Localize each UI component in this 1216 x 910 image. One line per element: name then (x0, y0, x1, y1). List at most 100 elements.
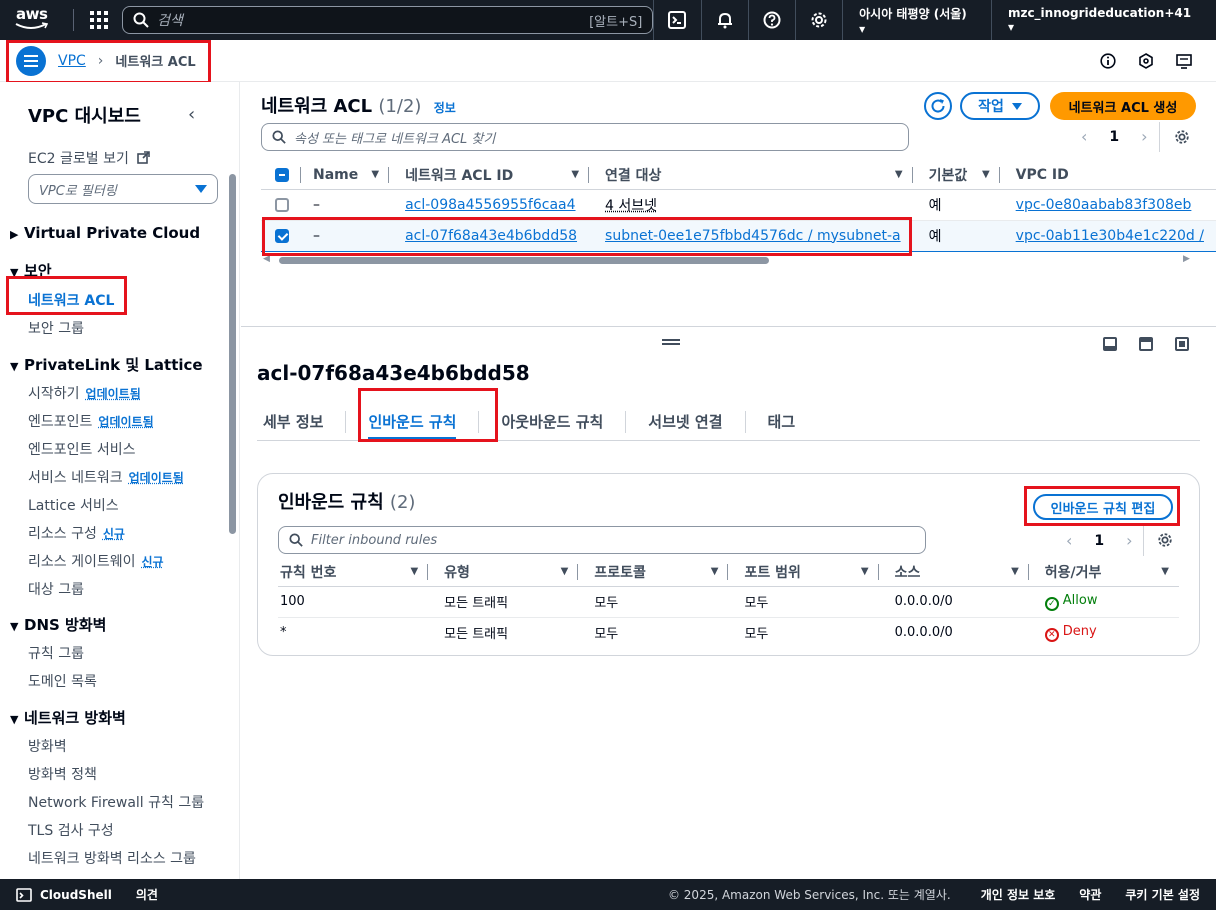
info-icon[interactable] (1100, 53, 1116, 69)
sidebar-item-endpoint-services[interactable]: 엔드포인트 서비스 (28, 439, 136, 459)
col-source[interactable]: 소스 ▼ (878, 558, 1029, 587)
updated-badge: 업데이트됨 (98, 415, 154, 429)
sidebar-title[interactable]: VPC 대시보드 (28, 102, 141, 128)
acl-id-link[interactable]: acl-098a4556955f6caa4 (405, 197, 575, 213)
nav-divider (73, 9, 75, 31)
cloudshell-button[interactable] (653, 0, 700, 40)
col-default[interactable]: 기본값 ▼ (912, 161, 1000, 190)
prev-page-icon[interactable]: ‹ (1066, 531, 1072, 550)
footer-cloudshell[interactable]: CloudShell (40, 888, 112, 902)
highlight-breadcrumb (6, 40, 211, 84)
position-full-icon[interactable] (1175, 337, 1189, 351)
sidebar-section-network-firewall[interactable]: ▼ 네트워크 방화벽 (10, 707, 126, 728)
col-port-range[interactable]: 포트 범위 ▼ (728, 558, 879, 587)
table-row[interactable]: – acl-098a4556955f6caa4 4 서브넷 예 vpc-0e80… (261, 189, 1216, 221)
col-rule-number[interactable]: 규칙 번호 ▼ (278, 558, 429, 587)
sort-caret-icon: ▼ (710, 566, 719, 577)
region-selector[interactable]: 아시아 태평양 (서울) ▾ (842, 0, 991, 40)
aws-logo[interactable]: aws (14, 0, 63, 40)
sidebar-section-dns[interactable]: ▼ DNS 방화벽 (10, 614, 106, 635)
info-link[interactable]: 정보 (434, 101, 456, 115)
sidebar-scrollbar[interactable] (229, 174, 236, 534)
col-association[interactable]: 연결 대상 ▼ (589, 161, 913, 190)
row-checkbox[interactable] (275, 197, 289, 212)
current-page[interactable]: 1 (1094, 533, 1104, 549)
gear-icon[interactable] (1174, 129, 1190, 145)
scroll-right-icon[interactable]: ▶ (1183, 254, 1190, 264)
sidebar-item-rule-groups[interactable]: 규칙 그룹 (28, 643, 84, 663)
global-search-input[interactable]: 검색 [알트+S] (122, 6, 654, 34)
association-popover[interactable]: 4 서브넷 (605, 198, 657, 214)
sidebar-item-target-groups[interactable]: 대상 그룹 (28, 579, 84, 599)
current-page[interactable]: 1 (1109, 129, 1119, 145)
tab-tags[interactable]: 태그 (746, 411, 818, 433)
create-acl-button[interactable]: 네트워크 ACL 생성 (1050, 92, 1196, 120)
sidebar-item-endpoints[interactable]: 엔드포인트 업데이트됨 (28, 411, 154, 431)
account-menu[interactable]: mzc_innogrideducation+41 ▾ (990, 0, 1216, 40)
aws-smile-icon (15, 22, 48, 29)
select-all-checkbox[interactable] (275, 167, 289, 182)
sidebar-item-resource-gateway[interactable]: 리소스 게이트웨이 신규 (28, 551, 164, 571)
notifications-panel-icon[interactable] (1138, 53, 1154, 69)
sidebar-item-nf-rule-groups[interactable]: Network Firewall 규칙 그룹 (28, 792, 204, 812)
actions-button[interactable]: 작업 (960, 92, 1040, 120)
sidebar-section-privatelink[interactable]: ▼ PrivateLink 및 Lattice (10, 354, 203, 375)
acl-table-header: Name ▼ 네트워크 ACL ID ▼ 연결 대상 ▼ 기본값 ▼ VPC ID (261, 161, 1216, 190)
search-placeholder: 속성 또는 태그로 네트워크 ACL 찾기 (294, 131, 496, 147)
bell-icon (717, 12, 732, 29)
sidebar-item-lattice-services[interactable]: Lattice 서비스 (28, 495, 119, 515)
row-select-cell[interactable] (261, 189, 301, 221)
vpc-id-link[interactable]: vpc-0e80aabab83f308eb (1016, 197, 1192, 213)
sort-caret-icon: ▼ (894, 169, 903, 180)
footer-privacy[interactable]: 개인 정보 보호 (981, 886, 1056, 903)
split-panel-resize-handle[interactable] (662, 339, 680, 345)
sidebar-item-domain-lists[interactable]: 도메인 목록 (28, 671, 97, 691)
sidebar-item-service-networks[interactable]: 서비스 네트워크 업데이트됨 (28, 467, 184, 487)
position-side-icon[interactable] (1139, 337, 1153, 351)
sidebar-item-nf-resource-groups[interactable]: 네트워크 방화벽 리소스 그룹 (28, 848, 196, 868)
prev-page-icon[interactable]: ‹ (1081, 127, 1087, 146)
sidebar-item-resource-config[interactable]: 리소스 구성 신규 (28, 523, 125, 543)
footer-feedback[interactable]: 의견 (136, 886, 158, 903)
vpc-id-link[interactable]: vpc-0ab11e30b4e1c220d / (1016, 228, 1204, 244)
gear-icon[interactable] (1157, 532, 1173, 548)
sidebar-section-vpc[interactable]: ▶ Virtual Private Cloud (10, 224, 200, 242)
inbound-rules-search-input[interactable]: Filter inbound rules (278, 526, 926, 554)
table-horizontal-scrollbar[interactable] (279, 257, 769, 264)
sidebar-item-firewalls[interactable]: 방화벽 (28, 736, 67, 756)
sort-caret-icon: ▼ (1161, 566, 1169, 577)
next-page-icon[interactable]: › (1141, 127, 1147, 146)
footer-cookies[interactable]: 쿠키 기본 설정 (1125, 886, 1200, 903)
col-name[interactable]: Name ▼ (301, 161, 390, 190)
footer-copyright: © 2025, Amazon Web Services, Inc. 또는 계열사… (667, 888, 951, 902)
sidebar-item-getting-started[interactable]: 시작하기 업데이트됨 (28, 383, 141, 403)
help-button[interactable] (747, 0, 795, 40)
caret-down-icon: ▼ (10, 620, 19, 633)
tab-outbound-rules[interactable]: 아웃바운드 규칙 (479, 410, 627, 433)
sidebar-close-icon[interactable]: ‹ (188, 104, 195, 125)
inbound-rules-title: 인바운드 규칙 (2) (278, 488, 415, 514)
sidebar-item-ec2-global[interactable]: EC2 글로벌 보기 (28, 148, 151, 168)
feedback-icon[interactable] (1176, 53, 1192, 69)
position-bottom-icon[interactable] (1103, 337, 1117, 351)
col-allow-deny[interactable]: 허용/거부 ▼ (1028, 558, 1179, 587)
sidebar-item-tls-inspection[interactable]: TLS 검사 구성 (28, 820, 114, 840)
select-all-cell[interactable] (261, 161, 301, 190)
col-acl-id[interactable]: 네트워크 ACL ID ▼ (389, 161, 590, 190)
footer-terms[interactable]: 약관 (1079, 886, 1101, 903)
vpc-filter-select[interactable]: VPC로 필터링 (28, 174, 218, 204)
tab-details[interactable]: 세부 정보 (257, 410, 347, 433)
sidebar-item-firewall-policies[interactable]: 방화벽 정책 (28, 764, 97, 784)
acl-search-input[interactable]: 속성 또는 태그로 네트워크 ACL 찾기 (261, 123, 909, 151)
notifications-button[interactable] (700, 0, 748, 40)
col-vpc-id[interactable]: VPC ID (999, 161, 1216, 190)
caret-down-icon: ▼ (10, 360, 19, 373)
col-protocol[interactable]: 프로토콜 ▼ (578, 558, 729, 587)
refresh-button[interactable] (924, 92, 952, 120)
services-grid-icon[interactable] (90, 11, 109, 29)
col-type[interactable]: 유형 ▼ (428, 558, 579, 587)
next-page-icon[interactable]: › (1126, 531, 1132, 550)
sidebar-item-security-group[interactable]: 보안 그룹 (28, 318, 84, 338)
tab-subnet-associations[interactable]: 서브넷 연결 (626, 410, 746, 433)
settings-button[interactable] (794, 0, 842, 40)
